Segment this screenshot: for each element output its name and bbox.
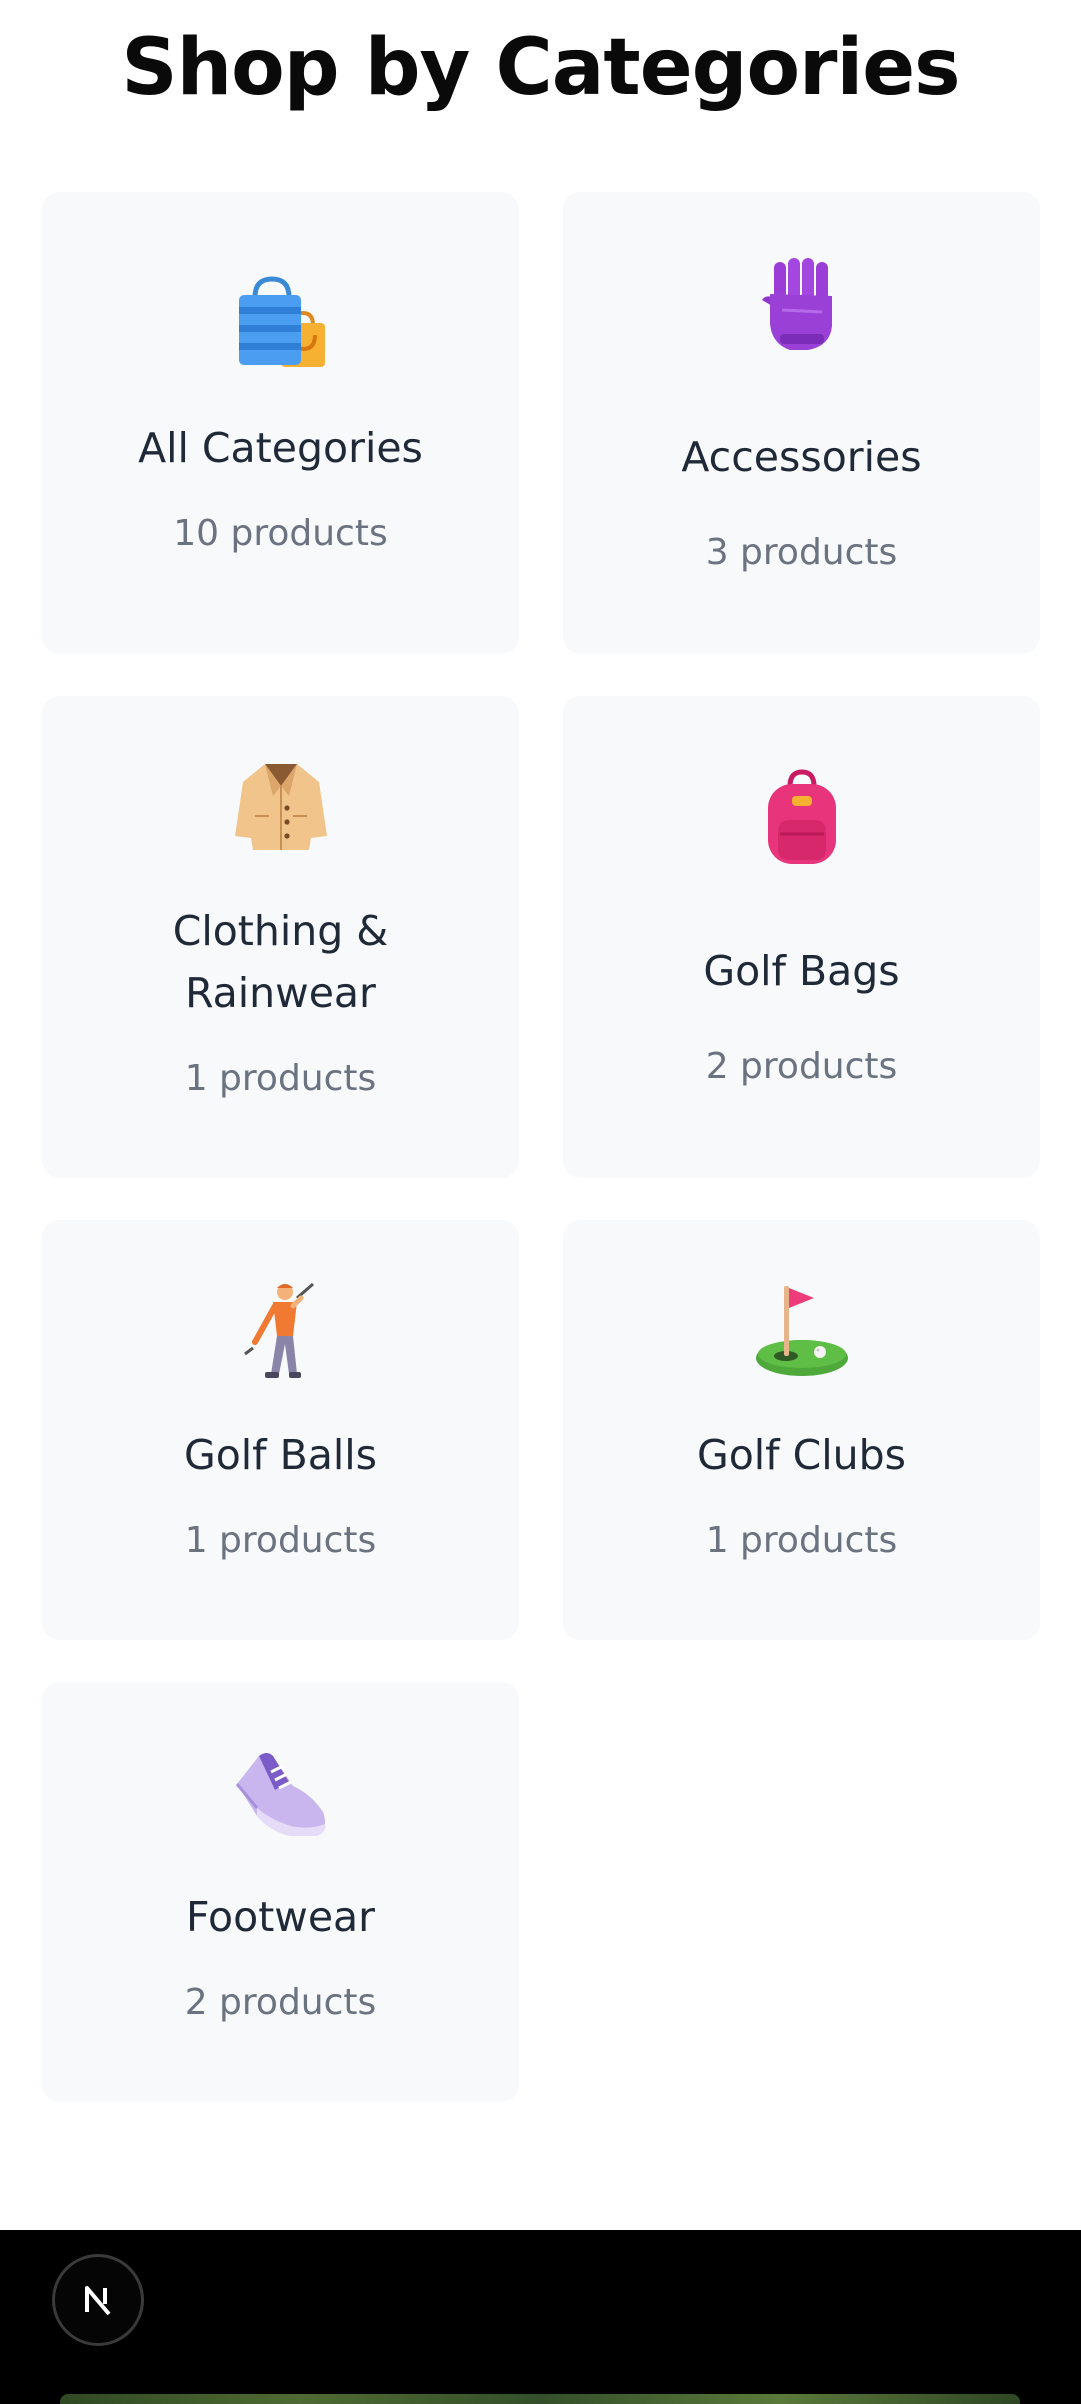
category-count: 2 products (705, 1045, 898, 1087)
coat-icon (231, 756, 331, 856)
glove-icon (752, 254, 852, 354)
golfer-icon (231, 1280, 331, 1380)
footer-bar (0, 2230, 1081, 2404)
backpack-icon (752, 768, 852, 868)
category-card-accessories[interactable]: Accessories 3 products (563, 192, 1040, 654)
category-count: 1 products (184, 1519, 377, 1561)
background-peek (60, 2394, 1020, 2404)
nextjs-logo-button[interactable] (52, 2254, 144, 2346)
category-card-golf-balls[interactable]: Golf Balls 1 products (42, 1220, 519, 1640)
category-card-footwear[interactable]: Footwear 2 products (42, 1682, 519, 2102)
category-grid: All Categories 10 products Accessories 3… (42, 192, 1040, 2102)
category-count: 2 products (184, 1981, 377, 2023)
category-count: 1 products (705, 1519, 898, 1561)
page-title: Shop by Categories (121, 23, 960, 113)
category-name: Clothing & Rainwear (172, 906, 389, 1017)
category-card-all-categories[interactable]: All Categories 10 products (42, 192, 519, 654)
sneaker-icon (231, 1742, 331, 1842)
category-name: Golf Clubs (696, 1430, 907, 1479)
category-name: All Categories (138, 423, 423, 472)
flag-in-hole-icon (752, 1280, 852, 1380)
category-count: 10 products (173, 512, 388, 554)
category-name: Footwear (185, 1892, 376, 1941)
category-name: Accessories (681, 432, 922, 481)
category-card-clothing-rainwear[interactable]: Clothing & Rainwear 1 products (42, 696, 519, 1178)
nextjs-logo-icon (85, 2286, 111, 2316)
category-count: 3 products (705, 531, 898, 573)
category-card-golf-bags[interactable]: Golf Bags 2 products (563, 696, 1040, 1178)
category-name: Golf Balls (183, 1430, 378, 1479)
shopping-bags-icon (231, 273, 331, 373)
category-count: 1 products (184, 1057, 377, 1099)
category-card-golf-clubs[interactable]: Golf Clubs 1 products (563, 1220, 1040, 1640)
category-name: Golf Bags (703, 946, 900, 995)
